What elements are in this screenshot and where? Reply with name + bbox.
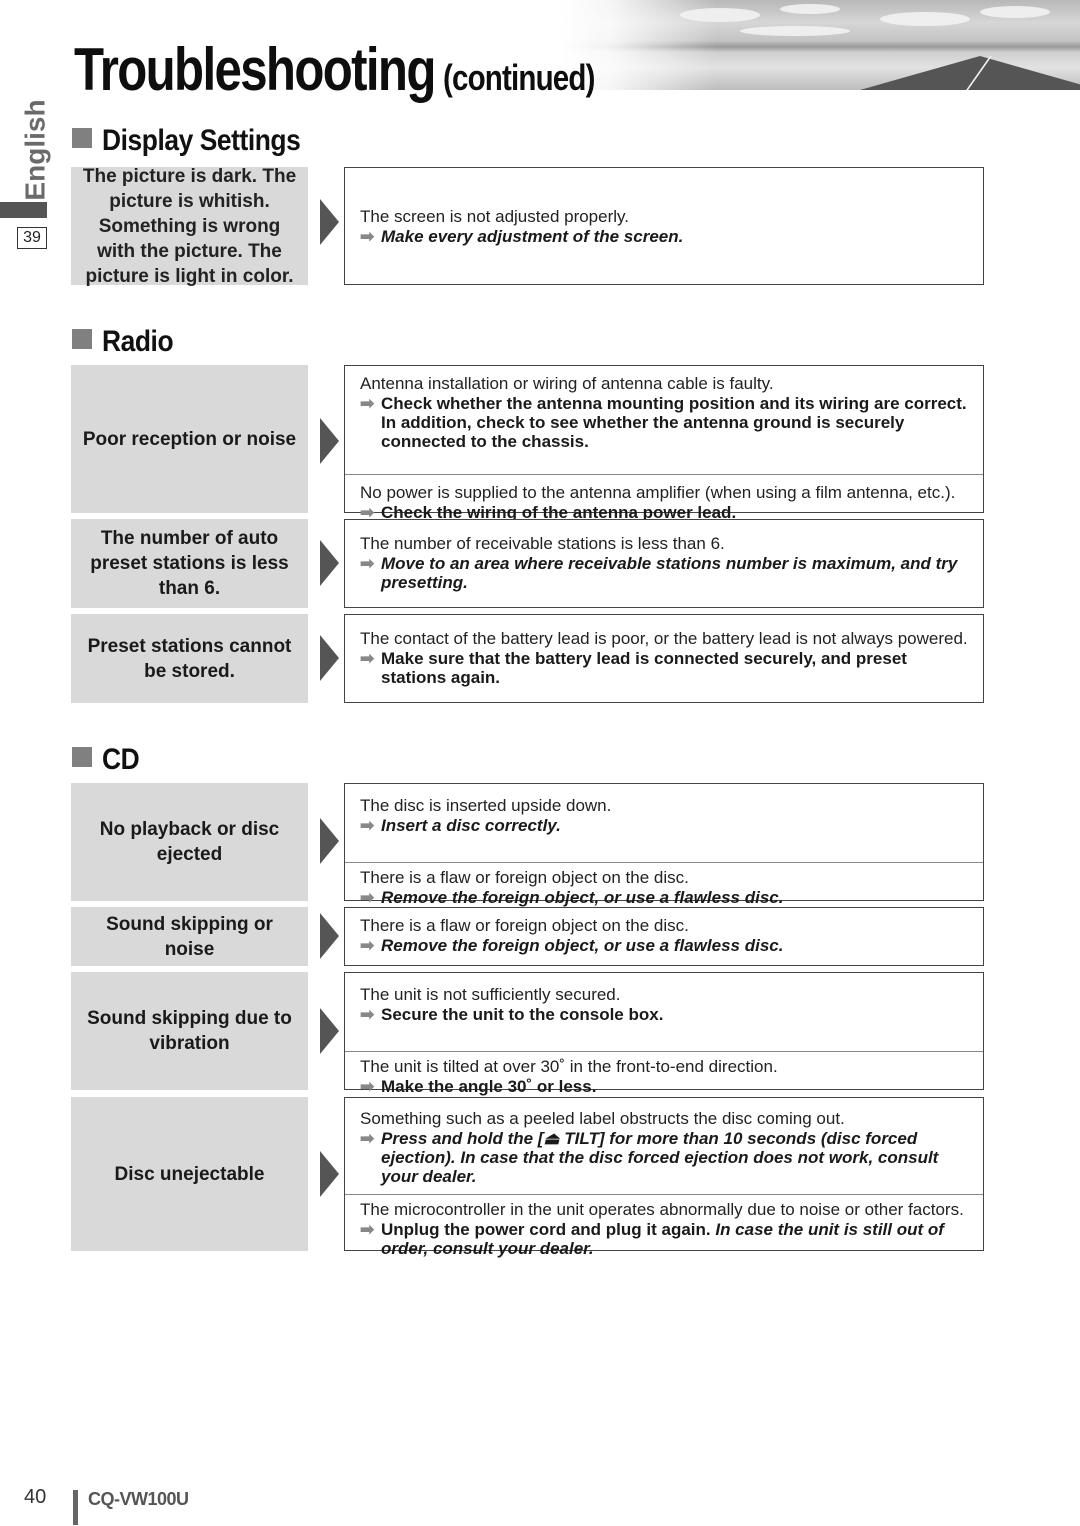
title-main: Troubleshooting bbox=[74, 36, 436, 103]
cause-item: There is a flaw or foreign object on the… bbox=[345, 908, 983, 965]
symptom-cell: Preset stations cannot be stored. bbox=[71, 614, 308, 703]
cause-text: The unit is not sufficiently secured. bbox=[360, 985, 621, 1004]
answer-box: The disc is inserted upside down. ➡ Inser… bbox=[344, 783, 984, 907]
square-bullet-icon bbox=[72, 747, 92, 767]
answer-box: The number of receivable stations is les… bbox=[344, 519, 984, 608]
remedy-text: ➡ Insert a disc correctly. bbox=[360, 816, 561, 835]
arrow-right-icon: ➡ bbox=[360, 1077, 375, 1096]
answer-box: Antenna installation or wiring of antenn… bbox=[344, 365, 984, 522]
model-name: CQ-VW100U bbox=[88, 1489, 189, 1509]
remedy-text: ➡ Remove the foreign object, or use a fla… bbox=[360, 936, 784, 955]
cause-text: Antenna installation or wiring of antenn… bbox=[360, 374, 774, 393]
triangle-right-icon bbox=[320, 635, 339, 681]
arrow-right-icon: ➡ bbox=[360, 649, 375, 668]
remedy-text: ➡ Make sure that the battery lead is conn… bbox=[360, 649, 907, 687]
answer-box: Something such as a peeled label obstruc… bbox=[344, 1097, 984, 1258]
cause-item: The unit is not sufficiently secured. ➡ S… bbox=[345, 973, 983, 1051]
remedy-text: ➡ Make every adjustment of the screen. bbox=[360, 226, 684, 246]
cause-item: Antenna installation or wiring of antenn… bbox=[345, 366, 983, 474]
remedy-text: ➡ Secure the unit to the console box. bbox=[360, 1005, 664, 1024]
title-suffix: (continued) bbox=[442, 57, 595, 98]
cause-item: The contact of the battery lead is poor,… bbox=[345, 615, 983, 702]
answer-box: The contact of the battery lead is poor,… bbox=[344, 614, 984, 703]
cause-text: There is a flaw or foreign object on the… bbox=[360, 916, 689, 935]
language-tab: English bbox=[12, 99, 60, 200]
cause-text: The microcontroller in the unit operates… bbox=[360, 1200, 964, 1219]
cause-text: The number of receivable stations is les… bbox=[360, 534, 725, 553]
header-banner-image bbox=[560, 0, 1080, 90]
cause-text: The screen is not adjusted properly. bbox=[360, 206, 629, 226]
square-bullet-icon bbox=[72, 128, 92, 148]
arrow-right-icon: ➡ bbox=[360, 936, 375, 955]
cause-text: No power is supplied to the antenna ampl… bbox=[360, 483, 956, 502]
triangle-right-icon bbox=[320, 1008, 339, 1054]
triangle-right-icon bbox=[320, 199, 339, 245]
arrow-right-icon: ➡ bbox=[360, 816, 375, 835]
arrow-right-icon: ➡ bbox=[360, 888, 375, 907]
language-label: English bbox=[20, 99, 51, 201]
cause-text: The contact of the battery lead is poor,… bbox=[360, 629, 968, 648]
symptom-cell: The number of auto preset stations is le… bbox=[71, 519, 308, 608]
answer-box: The screen is not adjusted properly. ➡ Ma… bbox=[344, 167, 984, 285]
arrow-right-icon: ➡ bbox=[360, 394, 375, 413]
cause-item: The number of receivable stations is les… bbox=[345, 520, 983, 607]
arrow-right-icon: ➡ bbox=[360, 226, 375, 246]
cause-item: The disc is inserted upside down. ➡ Inser… bbox=[345, 784, 983, 862]
arrow-right-icon: ➡ bbox=[360, 1005, 375, 1024]
answer-box: The unit is not sufficiently secured. ➡ S… bbox=[344, 972, 984, 1096]
cause-item: The screen is not adjusted properly. ➡ Ma… bbox=[345, 168, 983, 284]
side-page-ref: 39 bbox=[17, 227, 47, 249]
page-title: Troubleshooting (continued) bbox=[74, 38, 595, 110]
symptom-cell: Disc unejectable bbox=[71, 1097, 308, 1251]
triangle-right-icon bbox=[320, 818, 339, 864]
cause-text: Something such as a peeled label obstruc… bbox=[360, 1109, 845, 1128]
cause-text: There is a flaw or foreign object on the… bbox=[360, 868, 689, 887]
symptom-cell: Poor reception or noise bbox=[71, 365, 308, 513]
triangle-right-icon bbox=[320, 1151, 339, 1197]
triangle-right-icon bbox=[320, 418, 339, 464]
remedy-text: ➡ Make the angle 30˚ or less. bbox=[360, 1077, 597, 1096]
page-number: 40 bbox=[24, 1486, 47, 1508]
remedy-text: ➡ Press and hold the [⏏ TILT] for more th… bbox=[360, 1129, 939, 1186]
arrow-right-icon: ➡ bbox=[360, 554, 375, 573]
remedy-text: ➡ Unplug the power cord and plug it again… bbox=[360, 1220, 944, 1258]
answer-box: There is a flaw or foreign object on the… bbox=[344, 907, 984, 966]
section-heading-display: Display Settings bbox=[72, 124, 327, 158]
cause-text: The unit is tilted at over 30˚ in the fr… bbox=[360, 1057, 778, 1076]
section-heading-cd: CD bbox=[72, 743, 144, 777]
remedy-text: ➡ Move to an area where receivable statio… bbox=[360, 554, 958, 592]
symptom-cell: No playback or disc ejected bbox=[71, 783, 308, 901]
arrow-right-icon: ➡ bbox=[360, 1129, 375, 1148]
remedy-text: ➡ Check whether the antenna mounting posi… bbox=[360, 394, 967, 451]
triangle-right-icon bbox=[320, 913, 339, 959]
cause-item: Something such as a peeled label obstruc… bbox=[345, 1098, 983, 1194]
cause-item: The microcontroller in the unit operates… bbox=[345, 1194, 983, 1266]
symptom-cell: Sound skipping or noise bbox=[71, 907, 308, 966]
square-bullet-icon bbox=[72, 329, 92, 349]
footer-divider bbox=[73, 1490, 78, 1525]
remedy-text: ➡ Remove the foreign object, or use a fla… bbox=[360, 888, 784, 907]
symptom-cell: Sound skipping due to vibration bbox=[71, 972, 308, 1090]
language-tab-bar bbox=[0, 202, 47, 218]
symptom-cell: The picture is dark. The picture is whit… bbox=[71, 166, 308, 287]
triangle-right-icon bbox=[320, 540, 339, 586]
cause-text: The disc is inserted upside down. bbox=[360, 796, 612, 815]
arrow-right-icon: ➡ bbox=[360, 1220, 375, 1239]
section-heading-radio: Radio bbox=[72, 325, 183, 359]
